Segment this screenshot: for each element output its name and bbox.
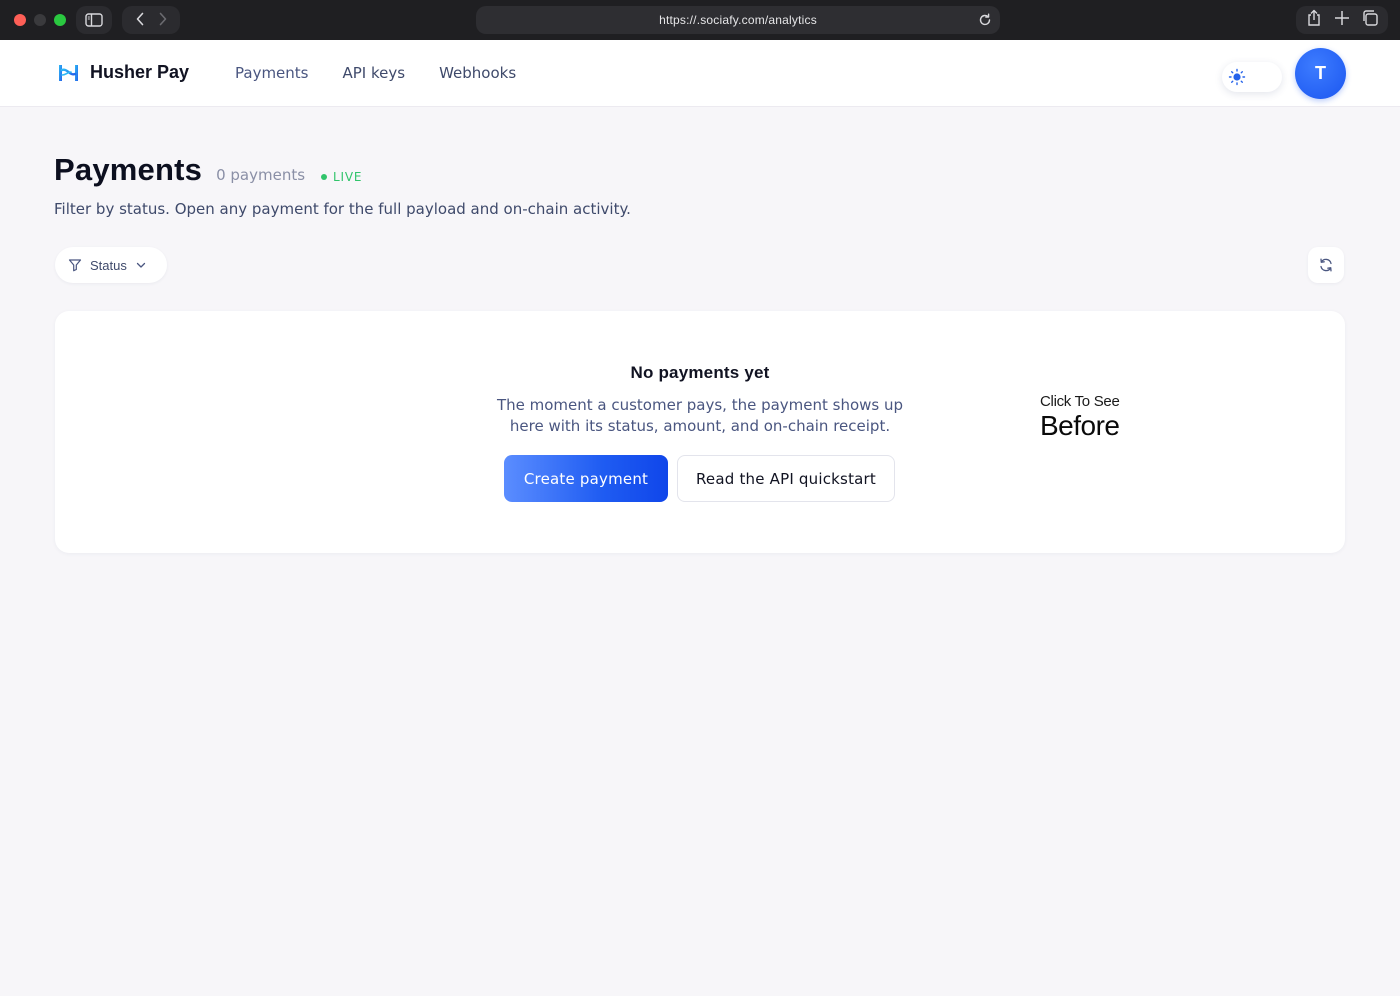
empty-state-title: No payments yet	[630, 363, 770, 382]
payments-empty-state: No payments yet The moment a customer pa…	[55, 311, 1345, 553]
sidebar-toggle-button[interactable]	[76, 6, 112, 34]
page-title: Payments	[54, 152, 203, 187]
tab-overview-button[interactable]	[1362, 10, 1378, 30]
forward-button[interactable]	[158, 11, 168, 30]
maximize-window-button[interactable]	[54, 14, 66, 26]
share-icon	[1308, 9, 1320, 26]
status-filter-button[interactable]: Status	[55, 247, 167, 283]
user-avatar[interactable]: T	[1295, 48, 1346, 99]
back-button[interactable]	[135, 11, 145, 30]
page-heading: Payments 0 payments LIVE	[54, 152, 362, 188]
live-dot-icon	[321, 174, 328, 180]
live-badge-label: LIVE	[333, 170, 363, 184]
share-button[interactable]	[1306, 9, 1322, 31]
status-filter-label: Status	[90, 257, 127, 273]
browser-chrome: https://.sociafy.com/analytics	[0, 0, 1400, 40]
close-window-button[interactable]	[14, 14, 26, 26]
nav-item-webhooks[interactable]: Webhooks	[439, 64, 516, 82]
main-nav: Payments API keys Webhooks	[235, 64, 516, 82]
sun-icon	[1228, 68, 1246, 86]
theme-toggle[interactable]	[1222, 62, 1282, 92]
minimize-window-button[interactable]	[34, 14, 46, 26]
chevron-down-icon	[136, 262, 146, 268]
empty-state-description-line-2: here with its status, amount, and on-cha…	[509, 417, 891, 435]
api-quickstart-button[interactable]: Read the API quickstart	[677, 455, 895, 502]
brand-name: Husher Pay	[90, 62, 190, 82]
chevron-left-icon	[136, 12, 143, 25]
app-header: Husher Pay Payments API keys Webhooks T	[0, 40, 1400, 107]
chevron-right-icon	[159, 12, 166, 25]
empty-state-description-line-1: The moment a customer pays, the payment …	[496, 396, 904, 414]
before-toggle-hint: Click To See	[1040, 393, 1120, 410]
reload-button[interactable]	[978, 12, 992, 31]
new-tab-button[interactable]	[1334, 10, 1350, 30]
sidebar-icon	[85, 13, 103, 27]
before-toggle[interactable]: Click To See Before	[1040, 393, 1120, 442]
brand[interactable]: Husher Pay	[56, 62, 189, 83]
nav-item-payments[interactable]: Payments	[235, 64, 308, 82]
url-text: https://.sociafy.com/analytics	[659, 13, 817, 27]
page-subtitle: Filter by status. Open any payment for t…	[54, 200, 631, 218]
empty-state-description: The moment a customer pays, the payment …	[475, 395, 925, 437]
create-payment-button[interactable]: Create payment	[504, 455, 668, 502]
reload-icon	[979, 13, 991, 26]
filter-icon	[68, 259, 82, 272]
husher-pay-logo-icon	[59, 64, 78, 81]
history-nav	[122, 6, 180, 34]
tabs-icon	[1363, 10, 1378, 26]
nav-item-api-keys[interactable]: API keys	[342, 64, 405, 82]
live-badge: LIVE	[321, 170, 362, 184]
refresh-icon	[1320, 258, 1332, 272]
browser-actions	[1296, 6, 1388, 34]
refresh-button[interactable]	[1308, 247, 1344, 283]
address-bar[interactable]: https://.sociafy.com/analytics	[476, 6, 1000, 34]
before-toggle-label: Before	[1040, 410, 1120, 441]
plus-icon	[1335, 11, 1349, 25]
payment-count: 0 payments	[216, 166, 306, 184]
